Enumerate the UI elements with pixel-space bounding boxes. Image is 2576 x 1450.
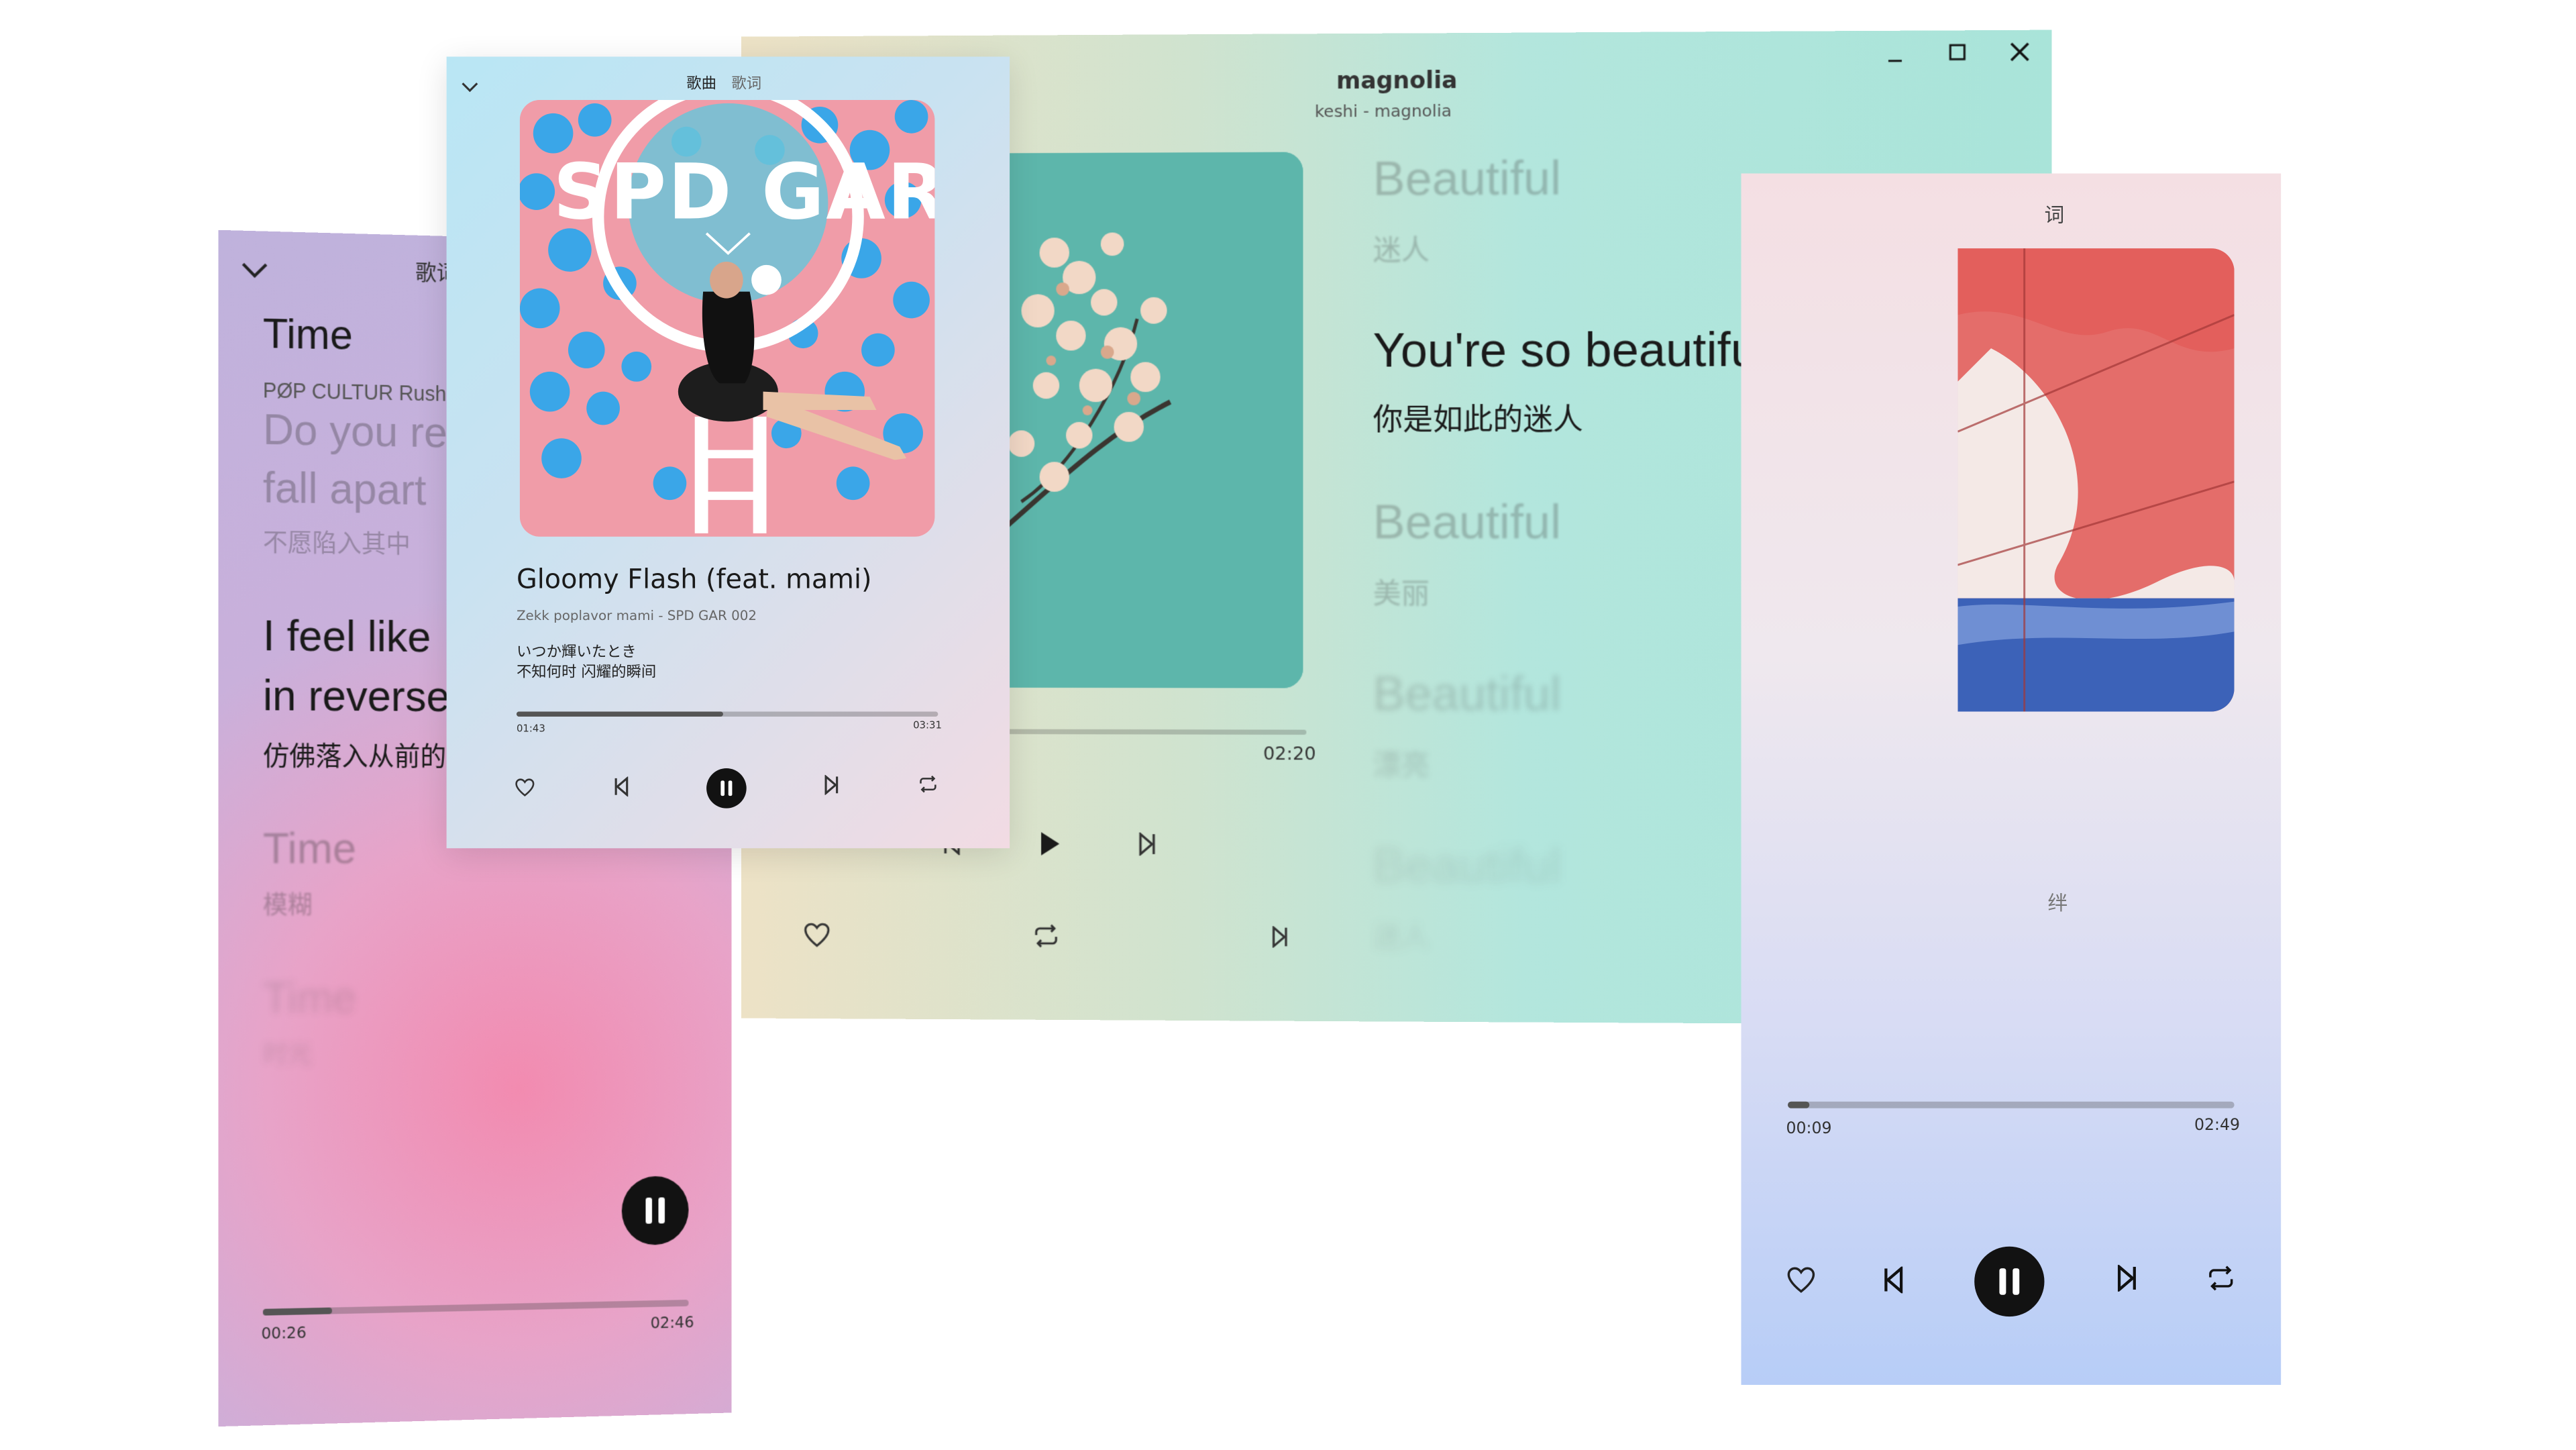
progress-bar[interactable] <box>516 711 938 717</box>
lyric-line-active[interactable]: You're so beautiful <box>1373 324 1769 380</box>
window-title: magnolia <box>1336 68 1458 95</box>
skip-next-icon[interactable] <box>823 774 840 795</box>
lyric-line-active[interactable]: I feel like <box>263 611 431 664</box>
heart-icon[interactable] <box>804 923 830 947</box>
pause-button[interactable] <box>706 768 747 809</box>
lyric-line[interactable]: Beautiful <box>1373 497 1562 552</box>
progress-fill <box>1788 1101 1811 1108</box>
pause-icon <box>720 780 733 796</box>
progress-fill <box>262 1307 333 1316</box>
chevron-down-icon[interactable] <box>241 260 268 281</box>
progress-fill <box>516 711 723 717</box>
chevron-down-icon[interactable] <box>462 82 478 93</box>
tab-lyrics[interactable]: 歌词 <box>731 72 761 93</box>
progress-bar[interactable] <box>262 1299 689 1316</box>
song-title: Gloomy Flash (feat. mami) <box>516 563 872 595</box>
lyric-translation: 不愿陷入其中 <box>262 527 411 560</box>
heart-icon[interactable] <box>1786 1267 1817 1294</box>
pause-icon <box>644 1197 666 1224</box>
lyric-line[interactable]: Time <box>263 972 356 1025</box>
lyric-translation: 漂亮 <box>1373 749 1430 784</box>
skip-next-icon[interactable] <box>1270 926 1290 947</box>
album-cover: SPD GAR <box>519 100 935 537</box>
lyric-line[interactable]: Do you re <box>263 404 447 458</box>
player-window-gloomy-flash: 歌曲 歌词 SPD GAR Gloomy Flash (feat. mami) … <box>446 56 1010 849</box>
lyric-line[interactable]: Beautiful <box>1373 840 1562 896</box>
skip-next-icon[interactable] <box>1137 833 1157 856</box>
player-window-right: 词 绊 00:09 02:49 <box>1741 173 2282 1385</box>
lyric-line-active[interactable]: in reverse <box>263 670 449 723</box>
maximize-icon[interactable] <box>1949 44 1966 60</box>
desktop-stage: 歌词 Time PØP CULTUR Rush Do you re fall a… <box>0 0 2576 1450</box>
album-logo-text: SPD GAR <box>553 146 935 237</box>
total-time: 02:20 <box>1263 743 1316 765</box>
lyric-fragment: 绊 <box>2047 891 2068 915</box>
lyric-translation: 不知何时 闪耀的瞬间 <box>516 664 657 682</box>
progress-bar[interactable] <box>988 729 1307 735</box>
lyric-translation: 迷人 <box>1373 921 1430 955</box>
skip-next-icon[interactable] <box>2114 1265 2139 1292</box>
total-time: 02:49 <box>2194 1117 2241 1135</box>
lyric-line[interactable]: Beautiful <box>1373 668 1562 724</box>
pause-button[interactable] <box>621 1176 689 1246</box>
tab-song[interactable]: 歌曲 <box>686 72 716 93</box>
lyric-line[interactable]: fall apart <box>263 462 427 516</box>
song-title: Time <box>262 311 353 360</box>
lyric-line[interactable]: いつか輝いたとき <box>517 640 637 662</box>
total-time: 02:46 <box>650 1314 694 1333</box>
window-subtitle: keshi - magnolia <box>1314 103 1452 122</box>
skip-previous-icon[interactable] <box>1881 1266 1906 1294</box>
elapsed-time: 00:09 <box>1786 1120 1832 1139</box>
lyric-line[interactable]: Time <box>263 823 356 875</box>
play-icon[interactable] <box>1038 831 1061 858</box>
lyric-translation-active: 你是如此的迷人 <box>1373 403 1583 439</box>
pause-icon <box>1998 1268 2021 1295</box>
lyric-translation: 迷人 <box>1373 235 1430 268</box>
elapsed-time: 00:26 <box>261 1325 307 1344</box>
lyric-translation: 美丽 <box>1373 578 1430 612</box>
heart-icon[interactable] <box>515 778 535 797</box>
total-time: 03:31 <box>913 719 943 732</box>
close-icon[interactable] <box>2010 42 2030 62</box>
minimize-icon[interactable] <box>1885 51 1905 71</box>
lyric-line[interactable]: Beautiful <box>1373 153 1562 209</box>
repeat-icon[interactable] <box>2206 1265 2236 1292</box>
pause-button[interactable] <box>1974 1246 2045 1317</box>
lyric-translation: 模糊 <box>262 889 313 920</box>
repeat-icon[interactable] <box>918 775 938 793</box>
lyric-translation-active: 仿佛落入从前的 <box>262 740 447 772</box>
repeat-icon[interactable] <box>1033 923 1059 948</box>
song-subtitle: Zekk poplavor mami - SPD GAR 002 <box>516 608 757 623</box>
skip-previous-icon[interactable] <box>613 776 630 797</box>
lyric-translation: 时光 <box>262 1039 313 1070</box>
song-artist: PØP CULTUR Rush <box>262 379 447 407</box>
progress-bar[interactable] <box>1788 1101 2235 1108</box>
album-cover <box>988 152 1303 688</box>
tab-lyrics[interactable]: 词 <box>2045 200 2065 228</box>
album-cover <box>1957 248 2235 712</box>
elapsed-time: 01:43 <box>516 723 545 735</box>
